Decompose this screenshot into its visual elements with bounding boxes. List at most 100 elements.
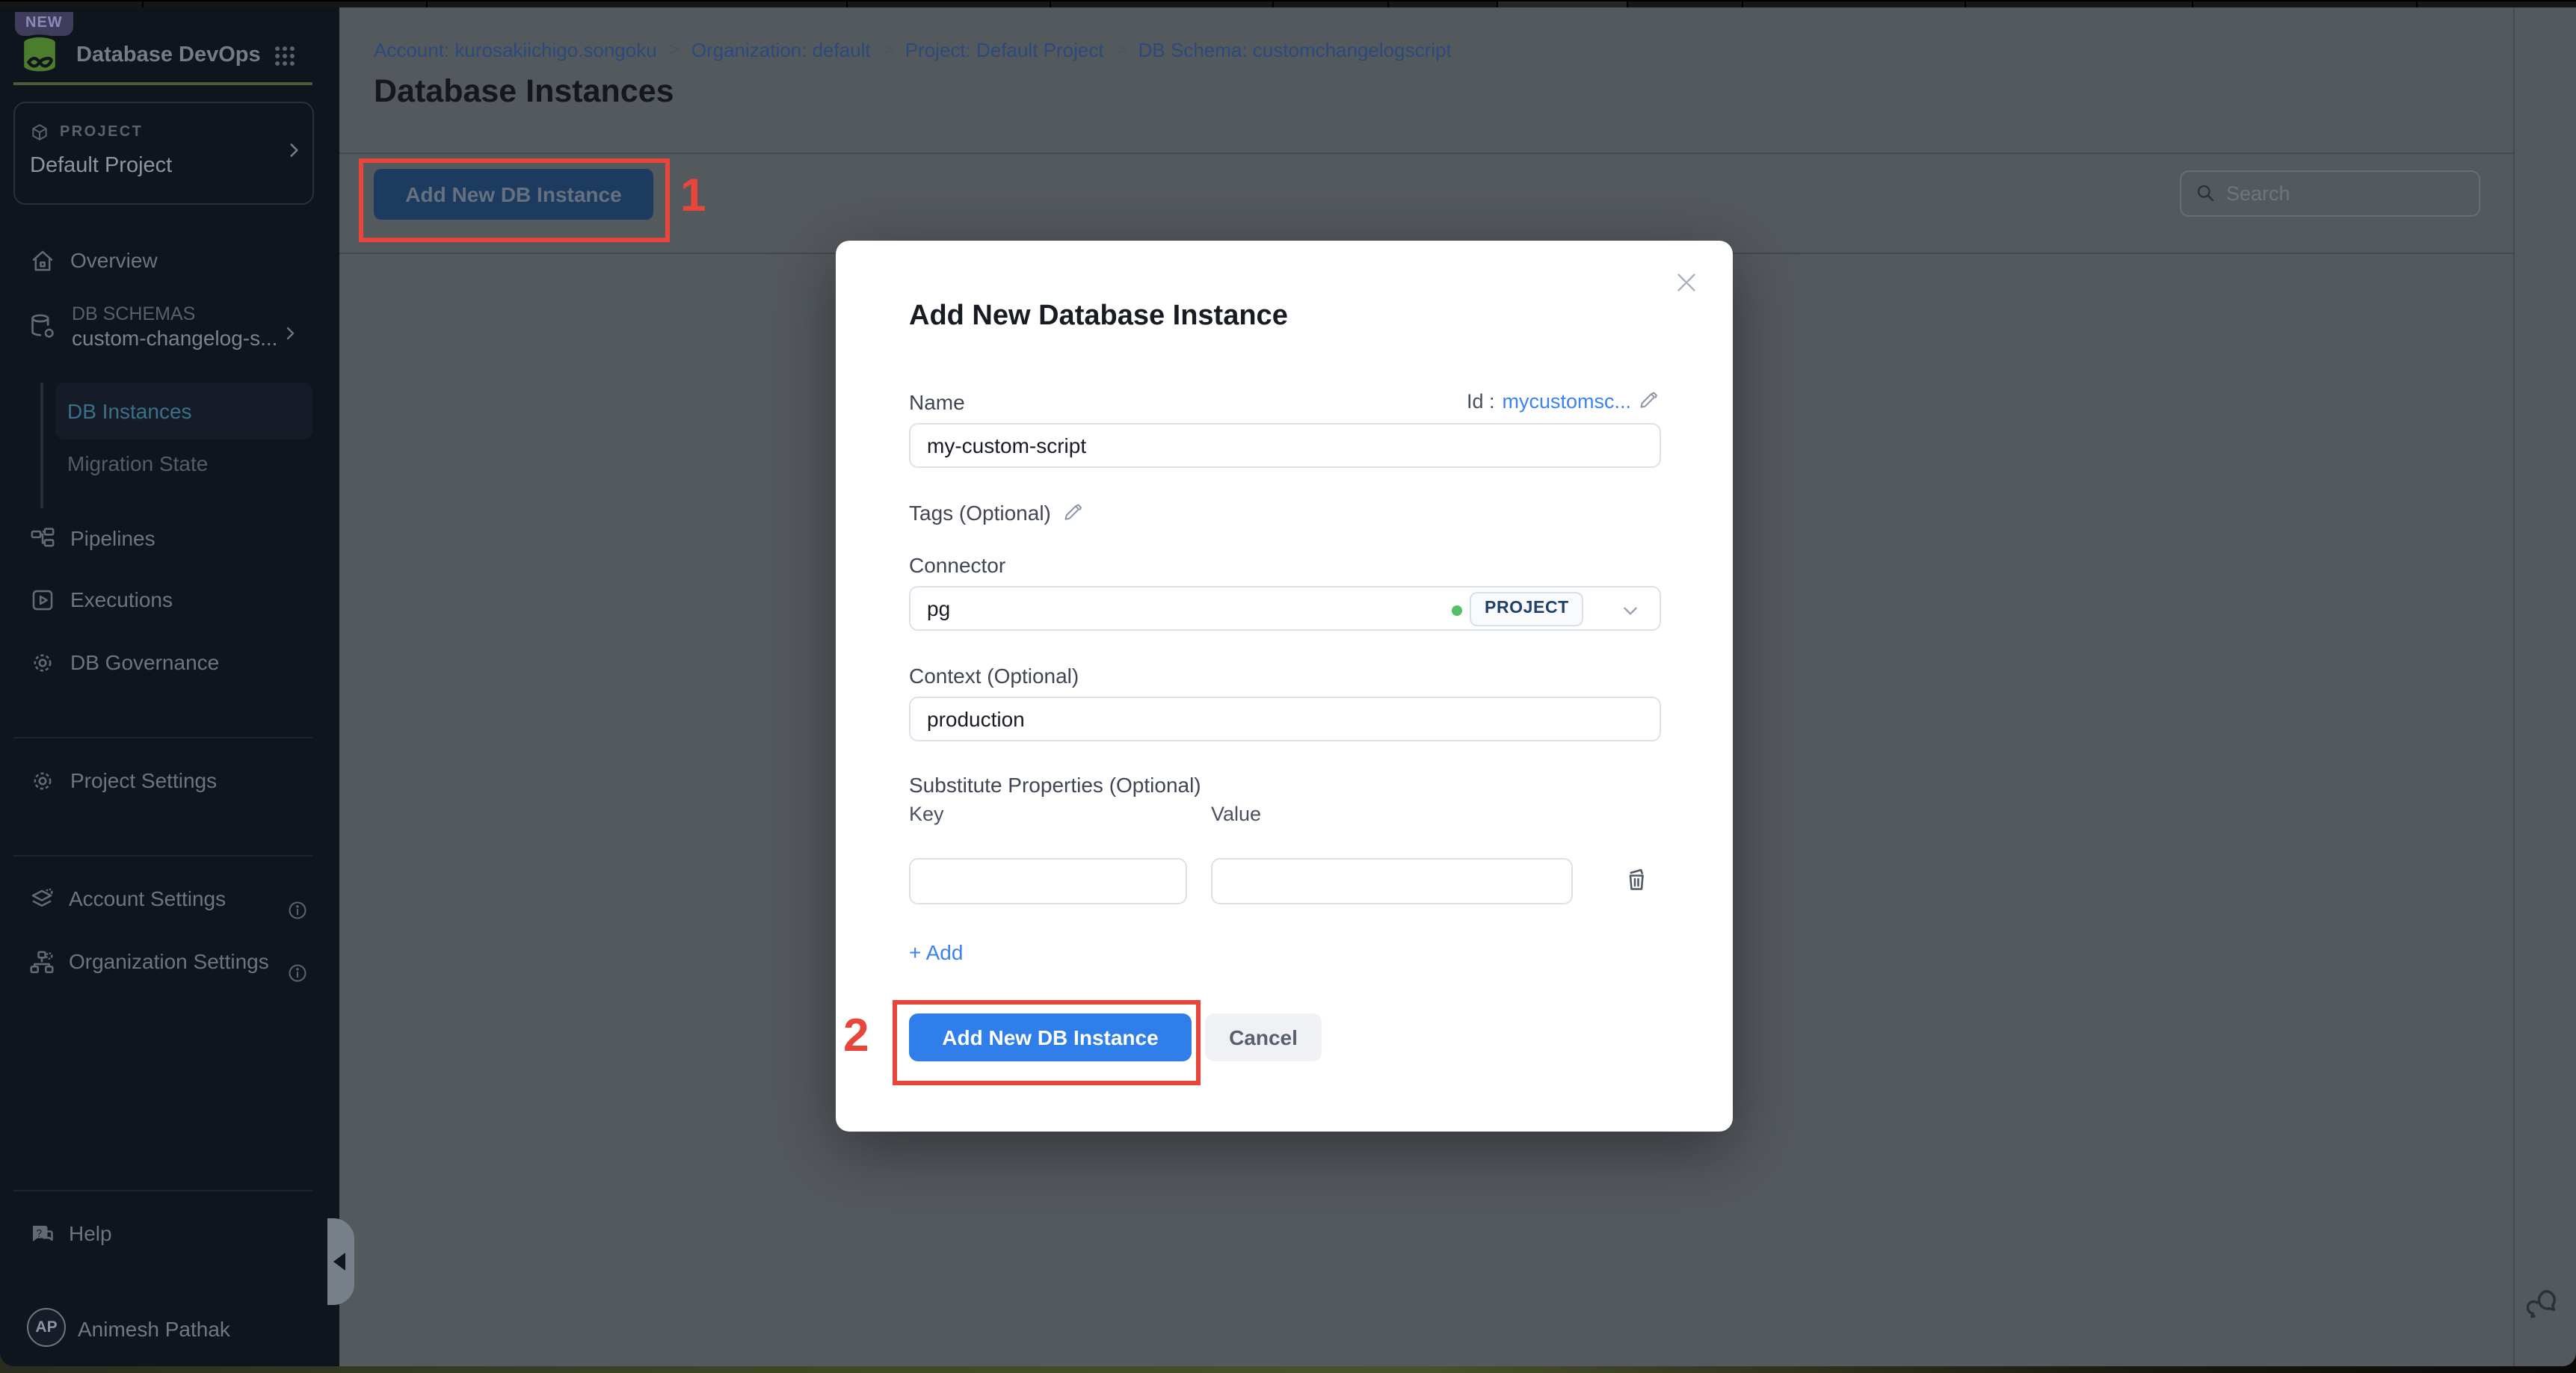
page-title: Database Instances bbox=[374, 72, 674, 110]
sidebar-item-executions[interactable]: Executions bbox=[30, 587, 173, 612]
sidebar-divider bbox=[13, 736, 312, 738]
database-gear-icon bbox=[28, 312, 57, 340]
avatar[interactable]: AP bbox=[27, 1307, 66, 1346]
sidebar-item-label: Migration State bbox=[67, 451, 208, 475]
breadcrumb-organization[interactable]: Organization: default bbox=[691, 38, 871, 61]
gear-icon bbox=[30, 650, 55, 675]
connector-select[interactable]: pg PROJECT bbox=[909, 585, 1661, 630]
value-input[interactable] bbox=[1211, 857, 1573, 904]
active-tab-sliver bbox=[1497, 1, 1627, 7]
chevron-right-icon bbox=[281, 324, 299, 342]
context-input[interactable] bbox=[909, 696, 1661, 741]
question-glyph: ? bbox=[36, 1227, 42, 1238]
logo-divider bbox=[13, 81, 312, 84]
value-column-label: Value bbox=[1211, 802, 1261, 824]
connector-label: Connector bbox=[909, 552, 1005, 576]
id-value-link[interactable]: mycustomsc... bbox=[1502, 389, 1631, 412]
sidebar-collapse-handle[interactable] bbox=[327, 1218, 354, 1304]
sidebar-item-organization-settings[interactable]: Organization Settings bbox=[28, 948, 269, 974]
home-icon bbox=[30, 247, 55, 273]
pipelines-icon bbox=[30, 525, 55, 551]
annotation-number-1: 1 bbox=[680, 168, 706, 222]
status-dot bbox=[1452, 605, 1462, 615]
breadcrumb: Account: kurosakiichigo.songoku > Organi… bbox=[374, 38, 1452, 61]
cancel-button[interactable]: Cancel bbox=[1205, 1013, 1322, 1061]
add-db-instance-modal: Add New Database Instance Name Id : mycu… bbox=[836, 240, 1733, 1131]
subnav-rail bbox=[40, 382, 43, 507]
browser-tabstrip-sliver bbox=[0, 0, 2576, 7]
right-edge-divider bbox=[2513, 7, 2515, 1366]
chevron-down-icon bbox=[1621, 600, 1640, 620]
sidebar-item-label: Organization Settings bbox=[69, 949, 269, 973]
id-label: Id : bbox=[1467, 389, 1495, 412]
breadcrumb-separator: > bbox=[1116, 39, 1127, 60]
search-input[interactable] bbox=[2226, 182, 2465, 204]
add-row-link[interactable]: + Add bbox=[909, 939, 963, 963]
sidebar-item-pipelines[interactable]: Pipelines bbox=[30, 525, 155, 551]
context-label: Context (Optional) bbox=[909, 663, 1079, 687]
sidebar-divider bbox=[13, 1189, 312, 1191]
key-column-label: Key bbox=[909, 802, 944, 824]
key-input[interactable] bbox=[909, 857, 1187, 904]
breadcrumb-account[interactable]: Account: kurosakiichigo.songoku bbox=[374, 38, 657, 61]
modal-add-new-db-instance-button[interactable]: Add New DB Instance bbox=[909, 1013, 1192, 1061]
sidebar-item-label: Pipelines bbox=[70, 526, 155, 550]
browser-window: NEW Database DevOps bbox=[0, 0, 2576, 1366]
sidebar-item-db-governance[interactable]: DB Governance bbox=[30, 650, 219, 675]
breadcrumb-separator: > bbox=[883, 39, 893, 60]
sidebar-item-db-schemas[interactable]: DB SCHEMAS custom-changelog-s... bbox=[28, 303, 277, 349]
search-icon bbox=[2195, 182, 2216, 203]
connector-value: pg bbox=[927, 596, 950, 620]
tags-row: Tags (Optional) bbox=[909, 500, 1084, 524]
trash-icon[interactable] bbox=[1624, 863, 1651, 893]
chevron-right-icon bbox=[284, 140, 303, 159]
sidebar-item-project-settings[interactable]: Project Settings bbox=[30, 768, 217, 793]
user-name: Animesh Pathak bbox=[78, 1316, 230, 1340]
collapse-arrow-icon bbox=[333, 1252, 345, 1270]
screen: NEW Database DevOps bbox=[0, 0, 2576, 1373]
edit-tags-pencil-icon[interactable] bbox=[1063, 502, 1084, 522]
edit-id-pencil-icon[interactable] bbox=[1639, 390, 1660, 411]
support-chat-icon[interactable] bbox=[2527, 1286, 2561, 1321]
breadcrumb-separator: > bbox=[669, 39, 680, 60]
sidebar-item-help[interactable]: ? Help bbox=[28, 1221, 112, 1246]
sidebar-item-label: DB Governance bbox=[70, 650, 219, 674]
id-row: Id : mycustomsc... bbox=[1467, 389, 1660, 412]
sidebar-divider bbox=[13, 854, 312, 856]
search-box bbox=[2180, 170, 2480, 216]
project-cube-icon bbox=[30, 122, 49, 141]
add-new-db-instance-button[interactable]: Add New DB Instance bbox=[374, 168, 653, 219]
info-icon[interactable] bbox=[287, 899, 308, 920]
header-divider bbox=[339, 152, 2515, 153]
sidebar-item-label: Account Settings bbox=[69, 886, 226, 910]
avatar-initials: AP bbox=[35, 1318, 57, 1336]
sidebar-item-label: Overview bbox=[70, 248, 158, 272]
project-selector[interactable]: PROJECT Default Project bbox=[13, 101, 314, 204]
name-input[interactable] bbox=[909, 422, 1661, 467]
app-root: NEW Database DevOps bbox=[0, 7, 2576, 1366]
breadcrumb-db-schema[interactable]: DB Schema: customchangelogscript bbox=[1138, 38, 1452, 61]
sidebar-item-label: DB Instances bbox=[67, 398, 192, 422]
layers-gear-icon bbox=[28, 886, 54, 911]
sidebar-item-account-settings[interactable]: Account Settings bbox=[28, 886, 226, 911]
scope-badge: PROJECT bbox=[1470, 591, 1584, 626]
db-schemas-value: custom-changelog-s... bbox=[72, 325, 277, 349]
org-chart-gear-icon bbox=[28, 948, 54, 974]
substitute-properties-label: Substitute Properties (Optional) bbox=[909, 772, 1201, 796]
name-label: Name bbox=[909, 389, 965, 413]
database-devops-logo-icon bbox=[15, 31, 64, 78]
info-icon[interactable] bbox=[287, 962, 308, 983]
db-schemas-label: DB SCHEMAS bbox=[72, 303, 277, 324]
gear-icon bbox=[30, 768, 55, 793]
sidebar-item-label: Executions bbox=[70, 587, 173, 611]
sidebar-item-label: Project Settings bbox=[70, 768, 217, 792]
sidebar-item-overview[interactable]: Overview bbox=[30, 247, 158, 273]
help-chat-icon: ? bbox=[28, 1221, 54, 1246]
apps-grid-icon[interactable] bbox=[272, 43, 298, 68]
close-icon[interactable] bbox=[1673, 268, 1700, 295]
sidebar-item-migration-state[interactable]: Migration State bbox=[67, 451, 208, 475]
sidebar-item-db-instances[interactable]: DB Instances bbox=[55, 382, 312, 439]
breadcrumb-project[interactable]: Project: Default Project bbox=[905, 38, 1104, 61]
project-selector-value: Default Project bbox=[30, 153, 172, 177]
app-title: Database DevOps bbox=[76, 43, 261, 67]
